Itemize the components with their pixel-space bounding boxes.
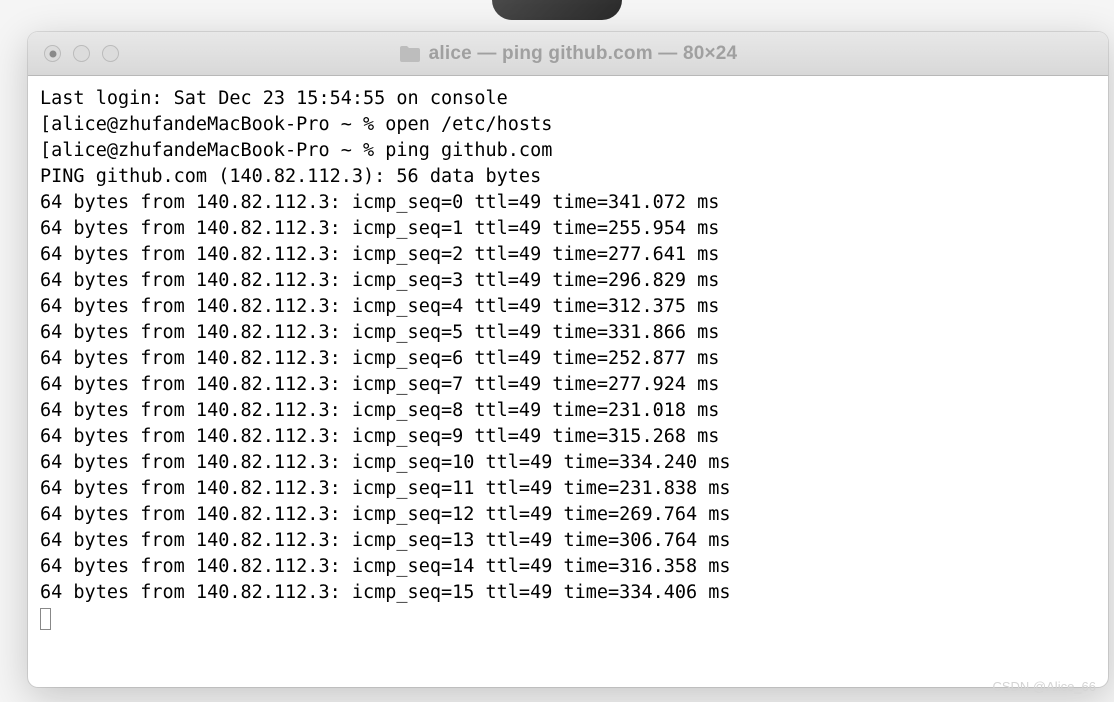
dock-preview [492, 0, 622, 20]
traffic-lights [28, 45, 119, 62]
maximize-button[interactable] [102, 45, 119, 62]
close-button[interactable] [44, 45, 61, 62]
terminal-output[interactable]: Last login: Sat Dec 23 15:54:55 on conso… [28, 76, 1108, 687]
terminal-window: alice — ping github.com — 80×24 Last log… [28, 32, 1108, 687]
window-title: alice — ping github.com — 80×24 [429, 43, 738, 65]
cursor [40, 608, 51, 630]
watermark: CSDN @Alice_66 [992, 679, 1096, 694]
minimize-button[interactable] [73, 45, 90, 62]
window-title-area: alice — ping github.com — 80×24 [28, 43, 1108, 65]
folder-icon [399, 45, 421, 63]
titlebar[interactable]: alice — ping github.com — 80×24 [28, 32, 1108, 76]
